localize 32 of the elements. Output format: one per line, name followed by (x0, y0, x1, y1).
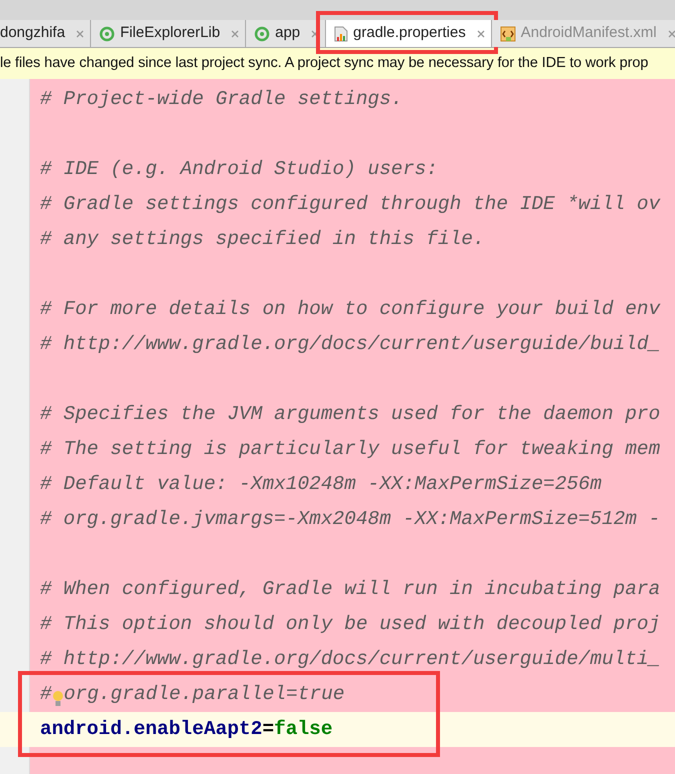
code-comment: # For more details on how to configure your build env (40, 296, 660, 322)
code-comment: org.gradle.parallel=true (64, 682, 345, 707)
close-icon[interactable] (668, 30, 675, 38)
code-comment: # http://www.gradle.org/docs/current/userguide/build_ (40, 332, 660, 357)
editor-tab[interactable]: FileExplorerLib (91, 20, 246, 47)
module-icon (99, 26, 116, 42)
property-value: false (274, 716, 333, 742)
editor-tab[interactable]: app (246, 20, 326, 47)
code-comment: # org.gradle.jvmargs=-Xmx2048m -XX:MaxPermSize=512m - (40, 506, 660, 532)
code-comment: # Default value: -Xmx10248m -XX:MaxPermSize=256m (40, 472, 602, 497)
code-comment: # When configured, Gradle will run in incubating para (40, 576, 660, 602)
code-comment: # IDE (e.g. Android Studio) users: (40, 156, 438, 182)
properties-file-icon (334, 26, 348, 42)
editor-tab[interactable]: dongzhifa (0, 20, 92, 47)
close-icon[interactable] (476, 30, 485, 38)
code-comment: # Specifies the JVM arguments used for the daemon pro (40, 402, 660, 427)
editor-tab[interactable]: gradle.properties (326, 20, 492, 47)
property-separator: = (262, 716, 274, 742)
code-comment: # http://www.gradle.org/docs/current/userguide/multi_ (40, 646, 660, 672)
close-icon[interactable] (231, 30, 240, 38)
code-comment: # The setting is particularly useful for tweaking mem (40, 436, 660, 462)
manifest-file-icon (500, 26, 516, 42)
code-comment: # Gradle settings configured through the IDE *will ov (40, 192, 660, 217)
code-comment: # Project-wide Gradle settings. (40, 86, 403, 112)
module-icon (254, 26, 270, 42)
property-key: android.enableAapt2 (40, 714, 262, 744)
code-comment: # any settings specified in this file. (40, 226, 485, 252)
close-icon[interactable] (76, 30, 84, 38)
notification-text: le files have changed since last project sync. A project sync may be necessary for the IDE to work prop (0, 54, 648, 73)
code-comment: # This option should only be used with decoupled proj (40, 612, 660, 637)
comment-mark: # (40, 682, 52, 707)
lightbulb-icon[interactable] (52, 690, 64, 708)
